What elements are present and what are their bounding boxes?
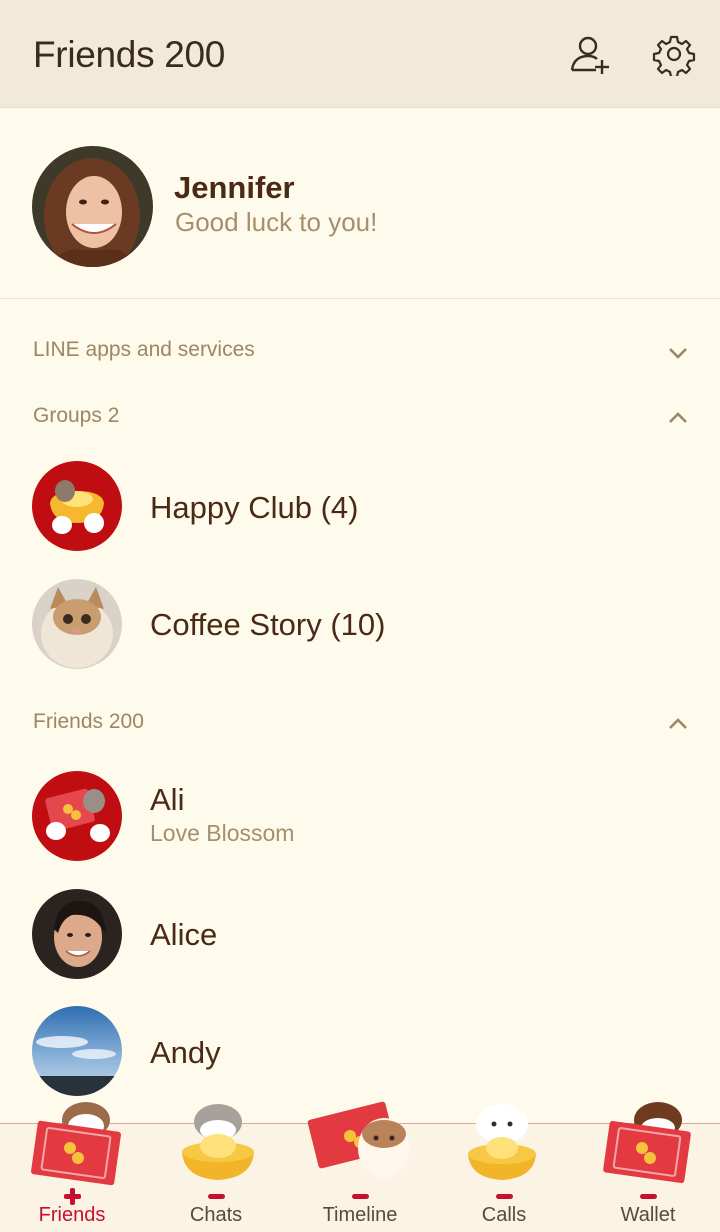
friend-name[interactable]: Alice	[150, 917, 217, 953]
tab-indicator	[352, 1194, 369, 1199]
chevron-up-icon[interactable]	[666, 716, 690, 732]
hamster-envelope-icon	[307, 1101, 410, 1178]
profile-name: Jennifer	[174, 170, 295, 205]
tab-indicator	[640, 1194, 657, 1199]
friend-avatar-andy[interactable]	[32, 1006, 122, 1096]
tab-chats[interactable]: Chats	[144, 1104, 288, 1232]
friend-name[interactable]: Andy	[150, 1035, 221, 1071]
tab-label: Wallet	[620, 1204, 676, 1226]
profile-status-message: Good luck to you!	[175, 207, 378, 237]
profile-avatar[interactable]	[32, 146, 153, 267]
friend-name[interactable]: Ali	[150, 782, 184, 818]
gear-icon[interactable]	[652, 32, 696, 76]
add-friend-icon[interactable]	[568, 32, 612, 76]
bottom-tab-bar: Friends Chats Timeline Calls Wallet	[0, 1101, 720, 1232]
friend-avatar-ali[interactable]	[32, 771, 122, 861]
section-line-apps[interactable]: LINE apps and services	[33, 338, 255, 362]
top-bar: Friends 200	[0, 0, 720, 108]
plus-icon	[64, 1188, 81, 1205]
cat-gold-ingot-icon	[468, 1104, 536, 1180]
tab-label: Friends	[38, 1204, 106, 1226]
section-friends[interactable]: Friends 200	[33, 710, 144, 734]
tab-label: Calls	[481, 1204, 527, 1226]
chevron-up-icon[interactable]	[666, 410, 690, 426]
friend-avatar-alice[interactable]	[32, 889, 122, 979]
cat-gold-ingot-icon	[182, 1104, 254, 1180]
tab-label: Timeline	[322, 1204, 398, 1226]
group-avatar-coffee-story[interactable]	[32, 579, 122, 669]
tab-calls[interactable]: Calls	[432, 1104, 576, 1232]
my-profile[interactable]: Jennifer Good luck to you!	[0, 108, 720, 299]
tab-label: Chats	[189, 1204, 243, 1226]
chevron-down-icon[interactable]	[666, 345, 690, 361]
hamster-envelope-icon	[603, 1102, 691, 1184]
tab-indicator	[208, 1194, 225, 1199]
section-groups[interactable]: Groups 2	[33, 404, 119, 428]
tab-indicator	[496, 1194, 513, 1199]
group-name[interactable]: Happy Club (4)	[150, 490, 358, 526]
friend-status-message: Love Blossom	[150, 820, 295, 846]
tab-wallet[interactable]: Wallet	[576, 1102, 720, 1232]
tab-friends[interactable]: Friends	[0, 1102, 144, 1232]
group-name[interactable]: Coffee Story (10)	[150, 607, 385, 643]
page-title: Friends 200	[33, 34, 226, 75]
group-avatar-happy-club[interactable]	[32, 461, 122, 551]
hamster-envelope-icon	[31, 1102, 121, 1186]
tab-timeline[interactable]: Timeline	[288, 1101, 432, 1232]
